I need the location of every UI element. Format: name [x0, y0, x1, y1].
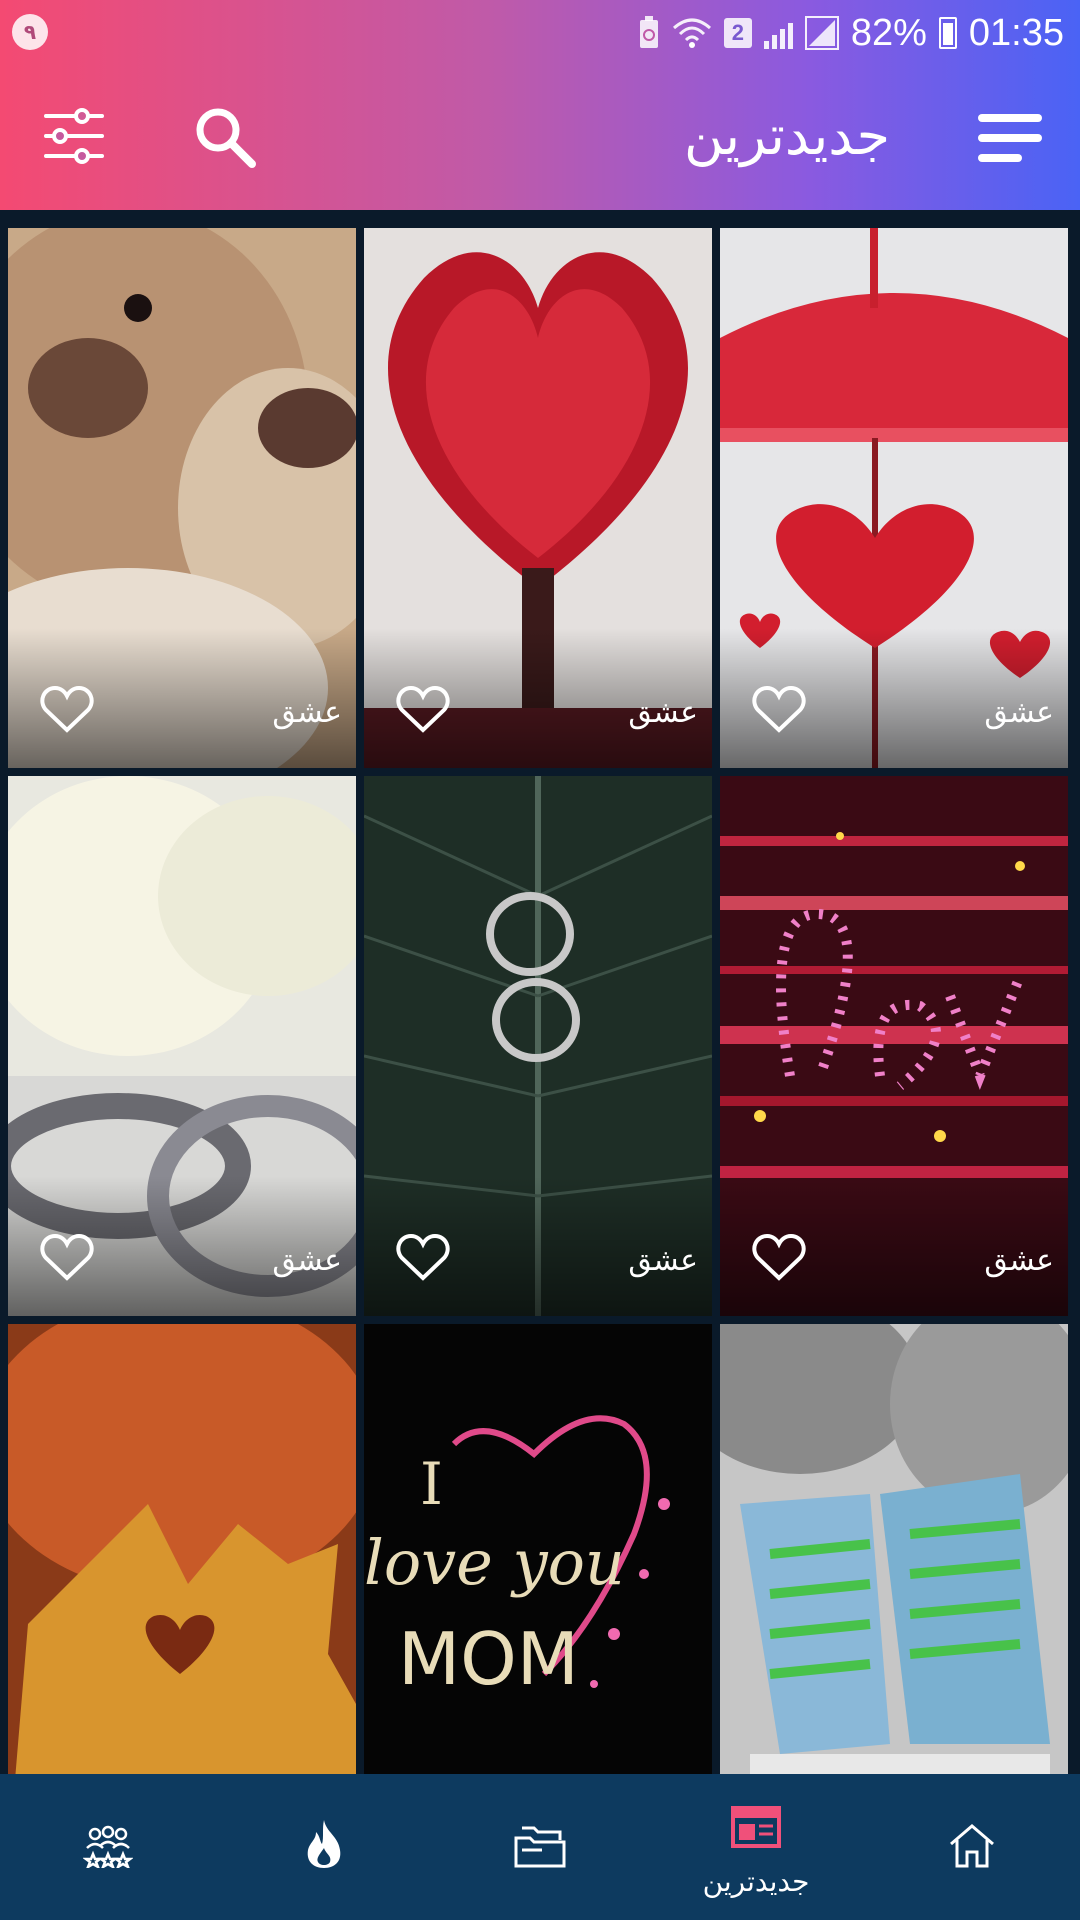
wallpaper-card[interactable]: عشق	[364, 228, 712, 768]
notification-badge: ۹	[12, 14, 48, 50]
nav-item-newest[interactable]: جدیدترین	[648, 1774, 864, 1920]
nav-label: جدیدترین	[702, 1865, 810, 1898]
wallpaper-card[interactable]: عشق	[720, 776, 1068, 1316]
mom-text-line3: MOM	[398, 1617, 579, 1701]
home-icon	[950, 1824, 994, 1868]
hamburger-menu-icon[interactable]	[974, 114, 1042, 162]
wallpaper-card[interactable]	[720, 1324, 1068, 1774]
category-label: عشق	[984, 695, 1054, 730]
heart-icon[interactable]	[752, 686, 806, 734]
heart-icon[interactable]	[396, 686, 450, 734]
category-label: عشق	[628, 695, 698, 730]
wallpaper-card[interactable]: عشق	[8, 776, 356, 1316]
i-love-you-mom-image: I love you MOM	[364, 1324, 712, 1774]
app-header: ۹ 2 82% 01:35 جدیدترین	[0, 0, 1080, 210]
bottom-navigation: جدیدترین	[0, 1774, 1080, 1920]
heart-icon[interactable]	[40, 686, 94, 734]
signal-1-icon	[763, 17, 793, 49]
wallpaper-card[interactable]: عشق	[364, 776, 712, 1316]
sim-indicator: 2	[723, 18, 752, 48]
wallpaper-card[interactable]: عشق	[8, 228, 356, 768]
wallpaper-card[interactable]	[8, 1324, 356, 1774]
battery-saver-icon	[639, 16, 658, 48]
battery-percent: 82%	[850, 11, 927, 54]
category-label: عشق	[984, 1243, 1054, 1278]
status-bar: ۹ 2 82% 01:35	[0, 0, 1080, 66]
mom-text-line1: I	[420, 1450, 443, 1518]
page-title: جدیدترین	[683, 104, 890, 167]
baby-sneakers-image	[720, 1324, 1068, 1774]
fire-icon	[307, 1820, 341, 1868]
status-indicators: 2 82% 01:35	[638, 8, 1064, 58]
mom-text-line2: love you	[364, 1526, 625, 1599]
toolbar: جدیدترین	[0, 66, 1080, 210]
search-icon[interactable]	[192, 104, 258, 170]
nav-item-categories[interactable]	[432, 1774, 648, 1920]
nav-item-community[interactable]	[0, 1774, 216, 1920]
category-label: عشق	[628, 1243, 698, 1278]
nav-item-popular[interactable]	[216, 1774, 432, 1920]
clock: 01:35	[968, 11, 1064, 54]
wallpaper-card[interactable]: I love you MOM	[364, 1324, 712, 1774]
wifi-icon	[672, 18, 711, 48]
signal-2-icon	[804, 16, 839, 50]
group-stars-icon	[83, 1825, 133, 1868]
wallpaper-card[interactable]: عشق	[720, 228, 1068, 768]
heart-icon[interactable]	[40, 1234, 94, 1282]
nav-item-home[interactable]	[864, 1774, 1080, 1920]
battery-icon	[938, 17, 957, 49]
category-label: عشق	[272, 1243, 342, 1278]
heart-icon[interactable]	[396, 1234, 450, 1282]
heart-icon[interactable]	[752, 1234, 806, 1282]
autumn-leaf-heart-image	[8, 1324, 356, 1774]
wallpaper-grid: عشق عشق عشق عشق عشق عشق I love you MOM	[0, 222, 1080, 1774]
filter-sliders-icon[interactable]	[42, 104, 106, 168]
calendar-icon	[731, 1806, 781, 1848]
folders-icon	[514, 1826, 566, 1868]
category-label: عشق	[272, 695, 342, 730]
